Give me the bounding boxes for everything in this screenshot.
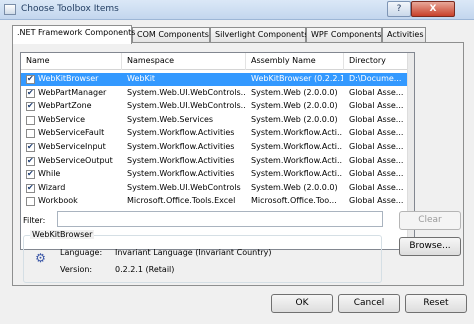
reset-button[interactable]: Reset bbox=[405, 294, 467, 313]
table-row[interactable]: WebService System.Web.Services System.Web … bbox=[21, 114, 414, 127]
row-checkbox[interactable] bbox=[26, 100, 35, 112]
close-button[interactable]: X bbox=[411, 1, 455, 17]
cell-directory: Global Asse... bbox=[349, 128, 404, 138]
cell-directory: D:\Docume... bbox=[349, 74, 402, 83]
cell-directory: Global Asse... bbox=[349, 101, 404, 111]
table-row[interactable]: WebPartZone System.Web.UI.WebControls... S… bbox=[21, 100, 414, 113]
version-value: 0.2.2.1 (Retail) bbox=[115, 265, 175, 274]
cell-assembly: System.Web (2.0.0.0) bbox=[251, 114, 338, 124]
cell-assembly: System.Workflow.Acti... bbox=[251, 169, 343, 179]
cell-directory: Global Asse... bbox=[349, 196, 404, 206]
cell-directory: Global Asse... bbox=[349, 87, 404, 97]
cell-namespace: WebKit bbox=[127, 74, 156, 83]
table-row[interactable]: While System.Workflow.Activities System.Wo… bbox=[21, 168, 414, 181]
cell-assembly: WebKitBrowser (0.2.2.1) bbox=[251, 74, 343, 83]
cell-name: While bbox=[38, 169, 61, 179]
cell-assembly: System.Workflow.Acti... bbox=[251, 142, 343, 151]
tab-wpf-components[interactable]: WPF Components bbox=[306, 27, 382, 43]
ok-button[interactable]: OK bbox=[271, 294, 333, 313]
cell-assembly: System.Web (2.0.0.0) bbox=[251, 87, 338, 97]
cell-namespace: System.Workflow.Activities bbox=[127, 155, 235, 165]
cell-name: WebServiceOutput bbox=[38, 155, 113, 165]
cell-namespace: System.Web.UI.WebControls... bbox=[127, 101, 245, 111]
cell-namespace: System.Workflow.Activities bbox=[127, 169, 235, 179]
row-checkbox[interactable] bbox=[26, 155, 35, 167]
cell-directory: Global Asse... bbox=[349, 155, 404, 165]
filter-input[interactable] bbox=[57, 211, 383, 227]
grid-header: Name Namespace Assembly Name Directory bbox=[21, 53, 414, 70]
tab-com-components[interactable]: COM Components bbox=[132, 27, 210, 43]
cell-assembly: System.Web (2.0.0.0) bbox=[251, 101, 338, 111]
cell-name: WebPartManager bbox=[38, 87, 107, 97]
language-label: Language: bbox=[60, 248, 103, 257]
cell-name: WebServiceFault bbox=[38, 128, 105, 138]
clear-button[interactable]: Clear bbox=[399, 211, 461, 230]
help-button[interactable]: ? bbox=[387, 1, 411, 17]
cell-namespace: Microsoft.Office.Tools.Excel bbox=[127, 196, 236, 206]
cell-assembly: Microsoft.Office.Too... bbox=[251, 196, 337, 206]
row-checkbox[interactable] bbox=[26, 168, 35, 180]
table-row[interactable]: WebServiceOutput System.Workflow.Activiti… bbox=[21, 155, 414, 168]
cell-name: WebPartZone bbox=[38, 101, 92, 111]
cell-directory: Global Asse... bbox=[349, 182, 404, 192]
tab-panel: Name Namespace Assembly Name Directory W… bbox=[12, 42, 464, 286]
title-bar: Choose Toolbox Items ? X bbox=[0, 0, 474, 20]
table-row[interactable]: WebPartManager System.Web.UI.WebControls.… bbox=[21, 87, 414, 100]
version-label: Version: bbox=[60, 265, 93, 274]
table-row[interactable]: WebServiceFault System.Workflow.Activitie… bbox=[21, 127, 414, 140]
table-row[interactable]: Workbook Microsoft.Office.Tools.Excel Micr… bbox=[21, 195, 414, 208]
cell-name: WebServiceInput bbox=[38, 142, 106, 151]
cancel-button[interactable]: Cancel bbox=[338, 294, 400, 313]
cell-name: WebKitBrowser bbox=[38, 74, 99, 83]
cell-namespace: System.Web.UI.WebControls... bbox=[127, 87, 245, 97]
gear-icon: ⚙ bbox=[35, 251, 46, 265]
tab-net-framework[interactable]: .NET Framework Components bbox=[12, 25, 135, 44]
row-checkbox[interactable] bbox=[26, 197, 35, 207]
row-checkbox[interactable] bbox=[26, 182, 35, 194]
cell-namespace: System.Web.UI.WebControls bbox=[127, 182, 241, 192]
cell-directory: Global Asse... bbox=[349, 114, 404, 124]
window-icon bbox=[4, 4, 16, 15]
cell-name: WebService bbox=[38, 114, 86, 124]
column-header-directory[interactable]: Directory bbox=[344, 53, 414, 70]
row-checkbox[interactable] bbox=[26, 129, 35, 139]
details-group: WebKitBrowser ⚙ Language: Invariant Lang… bbox=[23, 230, 382, 283]
details-title: WebKitBrowser bbox=[30, 230, 95, 239]
cell-directory: Global Asse... bbox=[349, 142, 404, 151]
cell-directory: Global Asse... bbox=[349, 169, 404, 179]
browse-button[interactable]: Browse... bbox=[399, 237, 461, 256]
column-header-name[interactable]: Name bbox=[21, 53, 122, 70]
table-row[interactable]: Wizard System.Web.UI.WebControls System.We… bbox=[21, 182, 414, 195]
row-checkbox[interactable] bbox=[26, 141, 35, 153]
cell-assembly: System.Web (2.0.0.0) bbox=[251, 182, 338, 192]
cell-name: Workbook bbox=[38, 196, 78, 206]
cell-assembly: System.Workflow.Acti... bbox=[251, 128, 343, 138]
row-checkbox[interactable] bbox=[26, 87, 35, 99]
row-checkbox[interactable] bbox=[26, 73, 35, 85]
cell-assembly: System.Workflow.Acti... bbox=[251, 155, 343, 165]
row-checkbox[interactable] bbox=[26, 115, 35, 125]
tab-activities[interactable]: Activities bbox=[382, 27, 426, 43]
language-value: Invariant Language (Invariant Country) bbox=[115, 248, 272, 257]
column-header-assembly[interactable]: Assembly Name bbox=[246, 53, 344, 70]
window-title: Choose Toolbox Items bbox=[21, 4, 119, 14]
filter-label: Filter: bbox=[23, 216, 46, 225]
table-row[interactable]: WebKitBrowser WebKit WebKitBrowser (0.2.2.… bbox=[21, 73, 414, 86]
cell-namespace: System.Web.Services bbox=[127, 114, 214, 124]
cell-name: Wizard bbox=[38, 182, 66, 192]
tab-silverlight-components[interactable]: Silverlight Components bbox=[210, 27, 308, 43]
column-header-namespace[interactable]: Namespace bbox=[122, 53, 246, 70]
cell-namespace: System.Workflow.Activities bbox=[127, 128, 235, 138]
cell-namespace: System.Workflow.Activities bbox=[127, 142, 235, 151]
table-row[interactable]: WebServiceInput System.Workflow.Activitie… bbox=[21, 141, 414, 154]
